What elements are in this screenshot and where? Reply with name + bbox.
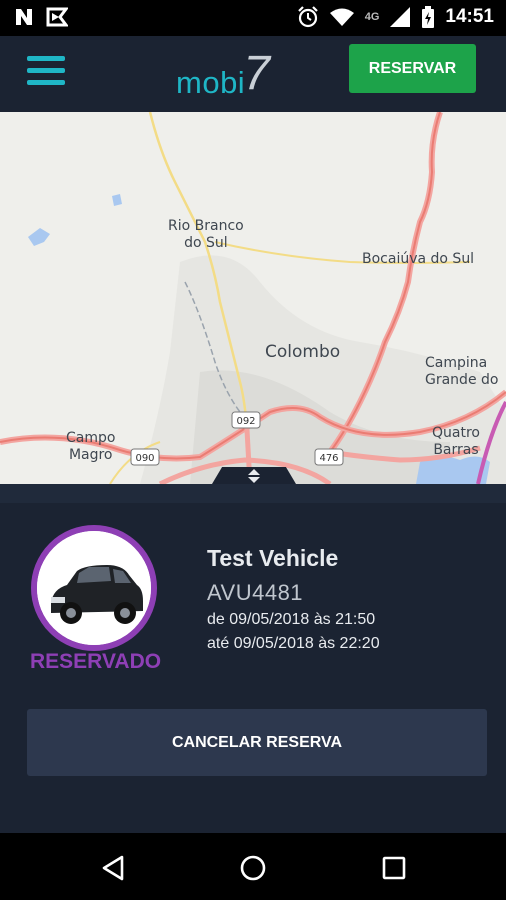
svg-text:092: 092 (236, 416, 255, 427)
cancel-reservation-button[interactable]: CANCELAR RESERVA (27, 709, 487, 776)
panel-drag-handle[interactable] (212, 467, 296, 484)
road-shield-092: 092 (231, 411, 261, 429)
reservation-end: até 09/05/2018 às 22:20 (207, 635, 380, 652)
map-label-campina: Campina Grande do (425, 355, 499, 388)
logo-number: 7 (243, 47, 270, 100)
recents-icon[interactable] (377, 851, 411, 885)
home-icon[interactable] (236, 851, 270, 885)
road-shield-090: 090 (130, 448, 160, 466)
notification-flag-icon (46, 7, 68, 27)
expand-collapse-icon (248, 468, 260, 483)
app-logo: mobi 7 (176, 47, 270, 100)
map-label-quatro-barras: Quatro Barras (432, 425, 480, 458)
vehicle-plate: AVU4481 (207, 580, 304, 605)
panel-header-strip (0, 484, 506, 503)
reservation-status: RESERVADO (30, 650, 162, 673)
vehicle-photo (31, 525, 157, 651)
reservation-panel: RESERVADO Test Vehicle AVU4481 de 09/05/… (0, 467, 506, 833)
app-bar: mobi 7 RESERVAR (0, 36, 506, 112)
reserve-button[interactable]: RESERVAR (349, 44, 476, 93)
vehicle-name: Test Vehicle (207, 545, 339, 571)
map-label-bocaiuva: Bocaiúva do Sul (362, 251, 475, 267)
map-label-colombo: Colombo (265, 342, 341, 362)
back-icon[interactable] (96, 851, 130, 885)
map-view[interactable]: 092 090 476 Rio Branco do Sul Bocaiúva d… (0, 112, 506, 484)
status-bar: 4G 14:51 (0, 0, 506, 36)
wifi-icon (329, 8, 354, 26)
map-label-campo-magro: Campo Magro (66, 430, 116, 463)
clock: 14:51 (445, 6, 494, 27)
svg-text:090: 090 (135, 453, 154, 464)
notification-n-icon (16, 9, 32, 25)
navigation-bar (0, 833, 506, 900)
map-label-rio-branco: Rio Branco do Sul (168, 218, 244, 251)
hamburger-menu-icon[interactable] (27, 56, 65, 90)
road-shield-476: 476 (314, 448, 344, 466)
signal-icon (390, 7, 411, 27)
car-image (37, 531, 151, 645)
reservation-start: de 09/05/2018 às 21:50 (207, 611, 376, 628)
network-type: 4G (364, 11, 380, 23)
logo-text: mobi (176, 65, 246, 100)
svg-text:476: 476 (319, 453, 338, 464)
alarm-icon (297, 6, 318, 28)
battery-icon (422, 6, 435, 28)
map-roads: 092 090 476 (0, 112, 506, 484)
